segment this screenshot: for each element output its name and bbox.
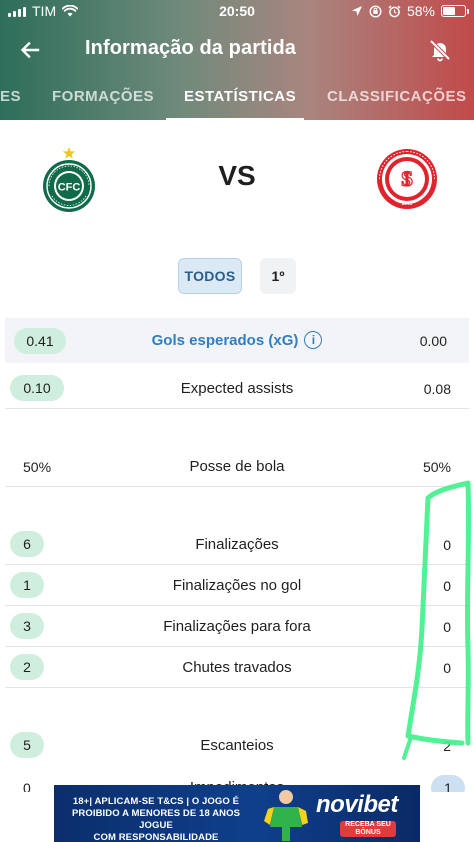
stat-label: Finalizações [195, 536, 279, 553]
away-value: 0.00 [419, 333, 447, 349]
ad-brand-logo: novibet [316, 791, 398, 818]
mute-notifications-button[interactable] [424, 34, 456, 66]
svg-text:S: S [401, 166, 413, 191]
stat-row-shots-off-target: 3 Finalizações para fora 0 [5, 606, 469, 647]
stat-row-blocked-shots: 2 Chutes travados 0 [5, 647, 469, 688]
stat-label: Gols esperados (xG) i [5, 331, 469, 349]
alarm-icon [388, 5, 401, 17]
arrow-left-icon [20, 41, 40, 59]
tab-statistics[interactable]: ESTATÍSTICAS [184, 80, 296, 120]
location-arrow-icon [351, 6, 362, 16]
stat-row-xg[interactable]: 0.41 Gols esperados (xG) i 0.00 [5, 318, 469, 363]
away-value: 1 [431, 775, 465, 792]
battery-percent: 58% [406, 3, 435, 19]
away-team-crest[interactable]: 1909 I S [376, 148, 438, 215]
period-filter-all[interactable]: TODOS [178, 258, 242, 294]
away-value: 0 [443, 537, 451, 553]
away-value: 0 [443, 619, 451, 635]
status-bar: TIM 20:50 58% [0, 0, 474, 24]
header-area: TIM 20:50 58% Informação da partida ES F… [0, 0, 474, 120]
stat-row-possession: 50% Posse de bola 50% [5, 446, 469, 487]
page-title: Informação da partida [85, 37, 297, 59]
app-bar: Informação da partida [0, 28, 474, 72]
stat-label: Finalizações no gol [172, 577, 302, 594]
stat-label: Escanteios [200, 737, 274, 754]
tab-lineups[interactable]: FORMAÇÕES [52, 80, 154, 120]
advertisement-banner[interactable]: 18+| APLICAM-SE T&CS | O JOGO É PROIBIDO… [54, 785, 420, 842]
stat-row-expected-assists: 0.10 Expected assists 0.08 [5, 368, 469, 409]
back-button[interactable] [14, 34, 46, 66]
stat-label: Finalizações para fora [163, 618, 311, 635]
svg-text:1909: 1909 [401, 201, 412, 207]
bell-off-icon [429, 39, 451, 62]
stat-label: Chutes travados [182, 659, 292, 676]
stat-label: Posse de bola [189, 458, 285, 475]
player-silhouette-icon [264, 790, 308, 841]
tab-events[interactable]: ES [0, 80, 21, 120]
stat-label: Expected assists [180, 380, 294, 397]
period-filter-first-half[interactable]: 1º [260, 258, 296, 294]
battery-icon [441, 5, 469, 17]
stat-row-corners: 5 Escanteios 2 [5, 725, 469, 766]
stat-row-shots-on-target: 1 Finalizações no gol 0 [5, 565, 469, 606]
away-value: 0 [443, 578, 451, 594]
away-value: 0 [443, 660, 451, 676]
away-value: 2 [443, 738, 451, 754]
ad-disclaimer: 18+| APLICAM-SE T&CS | O JOGO É PROIBIDO… [71, 796, 241, 842]
tab-bar: ES FORMAÇÕES ESTATÍSTICAS CLASSIFICAÇÕES [0, 80, 474, 120]
away-value: 0.08 [423, 381, 451, 397]
ad-cta-button[interactable]: RECEBA SEU BÔNUS [340, 821, 396, 837]
stat-row-shots: 6 Finalizações 0 [5, 524, 469, 565]
info-icon[interactable]: i [304, 331, 323, 349]
orientation-lock-icon [369, 4, 382, 18]
active-tab-indicator [166, 118, 304, 120]
internacional-crest-icon: 1909 I S [377, 149, 437, 209]
away-value: 50% [422, 459, 451, 475]
tab-standings[interactable]: CLASSIFICAÇÕES [327, 80, 467, 120]
